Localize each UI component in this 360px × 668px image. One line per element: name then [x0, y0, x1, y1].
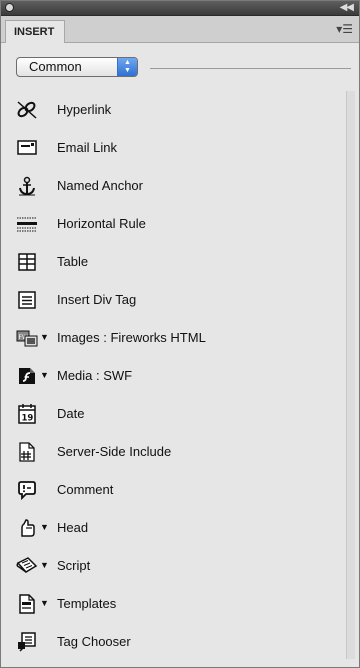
fireworks-image-icon: FW [15, 328, 39, 348]
header-divider [150, 68, 351, 69]
templates-icon [15, 594, 39, 614]
list-item[interactable]: 19 Date [1, 395, 341, 433]
list-item[interactable]: ▼ Templates [1, 585, 341, 623]
item-label: Templates [57, 596, 117, 611]
hyperlink-icon [15, 100, 39, 120]
item-label: Comment [57, 482, 114, 497]
panel-titlebar: ◀◀ [1, 1, 359, 16]
panel-menu-icon[interactable]: ▾☰ [336, 21, 353, 37]
item-label: Server-Side Include [57, 444, 172, 459]
item-label: Table [57, 254, 89, 269]
item-label: Images : Fireworks HTML [57, 330, 206, 345]
list-item[interactable]: ▼ Media : SWF [1, 357, 341, 395]
div-tag-icon [15, 290, 39, 310]
list-item[interactable]: Comment [1, 471, 341, 509]
flash-media-icon [15, 366, 39, 386]
close-icon[interactable] [5, 3, 14, 12]
tab-row: INSERT ▾☰ [1, 16, 359, 43]
list-item[interactable]: ▼ Script [1, 547, 341, 585]
item-label: Head [57, 520, 89, 535]
horizontal-rule-icon [15, 214, 39, 234]
email-link-icon [15, 138, 39, 158]
item-label: Script [57, 558, 91, 573]
dropdown-arrow-icon[interactable]: ▼ [40, 332, 49, 342]
item-label: Media : SWF [57, 368, 133, 383]
tab-insert[interactable]: INSERT [5, 20, 66, 43]
calendar-icon: 19 [15, 404, 39, 424]
anchor-icon [15, 176, 39, 196]
scrollbar[interactable] [346, 91, 355, 659]
tab-insert-label: INSERT [14, 26, 55, 38]
insert-list: Hyperlink Email Link Named Anchor Horizo… [1, 91, 341, 661]
item-label: Horizontal Rule [57, 216, 146, 231]
item-label: Tag Chooser [57, 634, 131, 649]
script-icon [15, 556, 39, 576]
list-item[interactable]: Horizontal Rule [1, 205, 341, 243]
item-label: Named Anchor [57, 178, 143, 193]
item-label: Hyperlink [57, 102, 112, 117]
list-item[interactable]: Hyperlink [1, 91, 341, 129]
select-arrows-icon: ▲ ▼ [117, 58, 137, 76]
server-include-icon [15, 442, 39, 462]
item-label: Insert Div Tag [57, 292, 137, 307]
list-item[interactable]: FW ▼ Images : Fireworks HTML [1, 319, 341, 357]
dropdown-arrow-icon[interactable]: ▼ [40, 522, 49, 532]
panel-content: Common ▲ ▼ Hyperlink Email Link Named An… [1, 43, 359, 667]
collapse-icon[interactable]: ◀◀ [340, 1, 354, 15]
list-item[interactable]: ▼ Head [1, 509, 341, 547]
dropdown-arrow-icon[interactable]: ▼ [40, 598, 49, 608]
list-item[interactable]: Server-Side Include [1, 433, 341, 471]
head-icon [15, 518, 39, 538]
list-item[interactable]: Table [1, 243, 341, 281]
item-label: Date [57, 406, 85, 421]
item-label: Email Link [57, 140, 117, 155]
category-row: Common ▲ ▼ [16, 57, 351, 79]
list-item[interactable]: Insert Div Tag [1, 281, 341, 319]
list-item[interactable]: Email Link [1, 129, 341, 167]
svg-text:19: 19 [22, 414, 34, 424]
list-item[interactable]: Named Anchor [1, 167, 341, 205]
category-select-value: Common [29, 59, 82, 74]
tag-chooser-icon [15, 632, 39, 652]
insert-panel: ◀◀ INSERT ▾☰ Common ▲ ▼ Hyperlink Email … [0, 0, 360, 668]
comment-icon [15, 480, 39, 500]
dropdown-arrow-icon[interactable]: ▼ [40, 370, 49, 380]
dropdown-arrow-icon[interactable]: ▼ [40, 560, 49, 570]
list-item[interactable]: Tag Chooser [1, 623, 341, 661]
table-icon [15, 252, 39, 272]
category-select[interactable]: Common ▲ ▼ [16, 57, 138, 77]
